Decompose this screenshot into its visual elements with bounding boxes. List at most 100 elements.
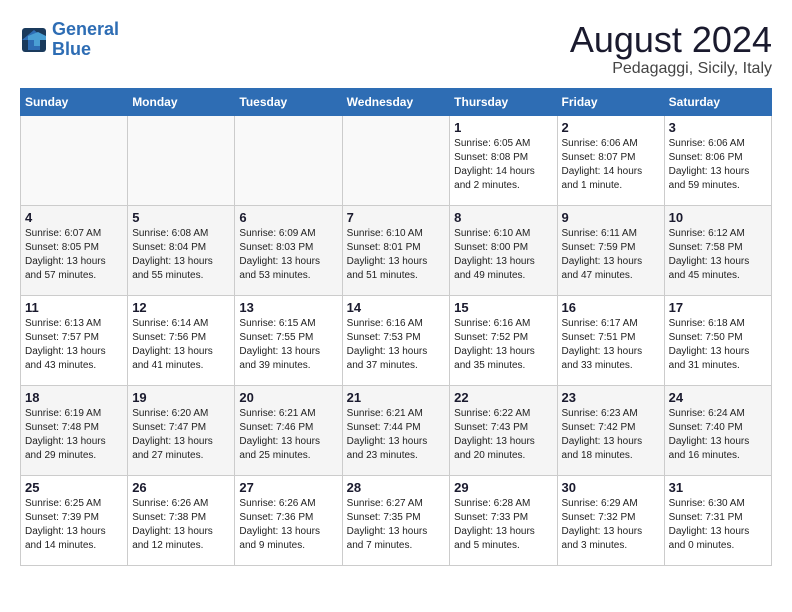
calendar-cell: 3 Sunrise: 6:06 AM Sunset: 8:06 PM Daylig… <box>664 115 771 205</box>
calendar-cell <box>21 115 128 205</box>
day-info: Sunrise: 6:08 AM Sunset: 8:04 PM Dayligh… <box>132 227 230 283</box>
title-block: August 2024 Pedagaggi, Sicily, Italy <box>570 20 772 78</box>
logo: General Blue <box>20 20 119 60</box>
location-subtitle: Pedagaggi, Sicily, Italy <box>570 60 772 78</box>
day-info: Sunrise: 6:26 AM Sunset: 7:38 PM Dayligh… <box>132 497 230 553</box>
day-info: Sunrise: 6:13 AM Sunset: 7:57 PM Dayligh… <box>25 317 123 373</box>
header-row: SundayMondayTuesdayWednesdayThursdayFrid… <box>21 88 772 115</box>
day-number: 4 <box>25 210 123 225</box>
calendar-cell: 31 Sunrise: 6:30 AM Sunset: 7:31 PM Dayli… <box>664 475 771 565</box>
day-info: Sunrise: 6:27 AM Sunset: 7:35 PM Dayligh… <box>347 497 446 553</box>
calendar-cell: 30 Sunrise: 6:29 AM Sunset: 7:32 PM Dayli… <box>557 475 664 565</box>
day-number: 11 <box>25 300 123 315</box>
calendar-body: 1 Sunrise: 6:05 AM Sunset: 8:08 PM Daylig… <box>21 115 772 565</box>
header-cell-monday: Monday <box>128 88 235 115</box>
day-info: Sunrise: 6:07 AM Sunset: 8:05 PM Dayligh… <box>25 227 123 283</box>
calendar-cell: 19 Sunrise: 6:20 AM Sunset: 7:47 PM Dayli… <box>128 385 235 475</box>
logo-text: General Blue <box>52 20 119 60</box>
calendar-cell: 9 Sunrise: 6:11 AM Sunset: 7:59 PM Daylig… <box>557 205 664 295</box>
calendar-cell: 1 Sunrise: 6:05 AM Sunset: 8:08 PM Daylig… <box>450 115 557 205</box>
calendar-cell <box>342 115 450 205</box>
week-row-3: 11 Sunrise: 6:13 AM Sunset: 7:57 PM Dayli… <box>21 295 772 385</box>
day-number: 2 <box>562 120 660 135</box>
day-info: Sunrise: 6:25 AM Sunset: 7:39 PM Dayligh… <box>25 497 123 553</box>
header-cell-tuesday: Tuesday <box>235 88 342 115</box>
day-number: 18 <box>25 390 123 405</box>
day-info: Sunrise: 6:17 AM Sunset: 7:51 PM Dayligh… <box>562 317 660 373</box>
day-info: Sunrise: 6:11 AM Sunset: 7:59 PM Dayligh… <box>562 227 660 283</box>
calendar-cell: 29Sunrise: 6:28 AM Sunset: 7:33 PM Dayli… <box>450 475 557 565</box>
day-number: 19 <box>132 390 230 405</box>
calendar-table: SundayMondayTuesdayWednesdayThursdayFrid… <box>20 88 772 566</box>
day-info: Sunrise: 6:16 AM Sunset: 7:53 PM Dayligh… <box>347 317 446 373</box>
header-cell-saturday: Saturday <box>664 88 771 115</box>
header-cell-friday: Friday <box>557 88 664 115</box>
calendar-cell: 6 Sunrise: 6:09 AM Sunset: 8:03 PM Daylig… <box>235 205 342 295</box>
day-number: 1 <box>454 120 552 135</box>
day-number: 29 <box>454 480 552 495</box>
day-number: 23 <box>562 390 660 405</box>
day-info: Sunrise: 6:29 AM Sunset: 7:32 PM Dayligh… <box>562 497 660 553</box>
day-number: 12 <box>132 300 230 315</box>
day-info: Sunrise: 6:26 AM Sunset: 7:36 PM Dayligh… <box>239 497 337 553</box>
calendar-cell: 13 Sunrise: 6:15 AM Sunset: 7:55 PM Dayli… <box>235 295 342 385</box>
day-number: 7 <box>347 210 446 225</box>
week-row-4: 18 Sunrise: 6:19 AM Sunset: 7:48 PM Dayli… <box>21 385 772 475</box>
calendar-cell: 17 Sunrise: 6:18 AM Sunset: 7:50 PM Dayli… <box>664 295 771 385</box>
day-info: Sunrise: 6:12 AM Sunset: 7:58 PM Dayligh… <box>669 227 767 283</box>
day-info: Sunrise: 6:10 AM Sunset: 8:00 PM Dayligh… <box>454 227 552 283</box>
calendar-cell: 27 Sunrise: 6:26 AM Sunset: 7:36 PM Dayli… <box>235 475 342 565</box>
day-number: 10 <box>669 210 767 225</box>
day-info: Sunrise: 6:06 AM Sunset: 8:06 PM Dayligh… <box>669 137 767 193</box>
day-info: Sunrise: 6:10 AM Sunset: 8:01 PM Dayligh… <box>347 227 446 283</box>
day-number: 6 <box>239 210 337 225</box>
day-number: 22 <box>454 390 552 405</box>
day-info: Sunrise: 6:23 AM Sunset: 7:42 PM Dayligh… <box>562 407 660 463</box>
calendar-cell: 24Sunrise: 6:24 AM Sunset: 7:40 PM Dayli… <box>664 385 771 475</box>
day-number: 15 <box>454 300 552 315</box>
day-number: 3 <box>669 120 767 135</box>
day-info: Sunrise: 6:19 AM Sunset: 7:48 PM Dayligh… <box>25 407 123 463</box>
calendar-cell: 18 Sunrise: 6:19 AM Sunset: 7:48 PM Dayli… <box>21 385 128 475</box>
calendar-cell <box>235 115 342 205</box>
week-row-5: 25 Sunrise: 6:25 AM Sunset: 7:39 PM Dayli… <box>21 475 772 565</box>
day-info: Sunrise: 6:30 AM Sunset: 7:31 PM Dayligh… <box>669 497 767 553</box>
day-number: 9 <box>562 210 660 225</box>
day-number: 27 <box>239 480 337 495</box>
month-title: August 2024 <box>570 20 772 60</box>
day-number: 26 <box>132 480 230 495</box>
day-info: Sunrise: 6:22 AM Sunset: 7:43 PM Dayligh… <box>454 407 552 463</box>
day-info: Sunrise: 6:09 AM Sunset: 8:03 PM Dayligh… <box>239 227 337 283</box>
day-number: 30 <box>562 480 660 495</box>
day-number: 25 <box>25 480 123 495</box>
day-number: 21 <box>347 390 446 405</box>
day-number: 13 <box>239 300 337 315</box>
day-info: Sunrise: 6:05 AM Sunset: 8:08 PM Dayligh… <box>454 137 552 193</box>
day-number: 14 <box>347 300 446 315</box>
day-info: Sunrise: 6:18 AM Sunset: 7:50 PM Dayligh… <box>669 317 767 373</box>
day-info: Sunrise: 6:21 AM Sunset: 7:46 PM Dayligh… <box>239 407 337 463</box>
day-number: 20 <box>239 390 337 405</box>
day-info: Sunrise: 6:21 AM Sunset: 7:44 PM Dayligh… <box>347 407 446 463</box>
day-number: 31 <box>669 480 767 495</box>
calendar-cell <box>128 115 235 205</box>
calendar-cell: 8Sunrise: 6:10 AM Sunset: 8:00 PM Daylig… <box>450 205 557 295</box>
calendar-header: SundayMondayTuesdayWednesdayThursdayFrid… <box>21 88 772 115</box>
logo-icon <box>20 26 48 54</box>
calendar-cell: 21 Sunrise: 6:21 AM Sunset: 7:44 PM Dayli… <box>342 385 450 475</box>
week-row-1: 1 Sunrise: 6:05 AM Sunset: 8:08 PM Daylig… <box>21 115 772 205</box>
day-number: 17 <box>669 300 767 315</box>
day-info: Sunrise: 6:20 AM Sunset: 7:47 PM Dayligh… <box>132 407 230 463</box>
calendar-cell: 14 Sunrise: 6:16 AM Sunset: 7:53 PM Dayli… <box>342 295 450 385</box>
day-number: 5 <box>132 210 230 225</box>
calendar-cell: 16 Sunrise: 6:17 AM Sunset: 7:51 PM Dayli… <box>557 295 664 385</box>
day-number: 16 <box>562 300 660 315</box>
header-cell-sunday: Sunday <box>21 88 128 115</box>
calendar-cell: 26 Sunrise: 6:26 AM Sunset: 7:38 PM Dayli… <box>128 475 235 565</box>
calendar-cell: 22 Sunrise: 6:22 AM Sunset: 7:43 PM Dayli… <box>450 385 557 475</box>
calendar-cell: 23 Sunrise: 6:23 AM Sunset: 7:42 PM Dayli… <box>557 385 664 475</box>
calendar-cell: 10 Sunrise: 6:12 AM Sunset: 7:58 PM Dayli… <box>664 205 771 295</box>
day-info: Sunrise: 6:15 AM Sunset: 7:55 PM Dayligh… <box>239 317 337 373</box>
calendar-cell: 28Sunrise: 6:27 AM Sunset: 7:35 PM Dayli… <box>342 475 450 565</box>
day-info: Sunrise: 6:06 AM Sunset: 8:07 PM Dayligh… <box>562 137 660 193</box>
